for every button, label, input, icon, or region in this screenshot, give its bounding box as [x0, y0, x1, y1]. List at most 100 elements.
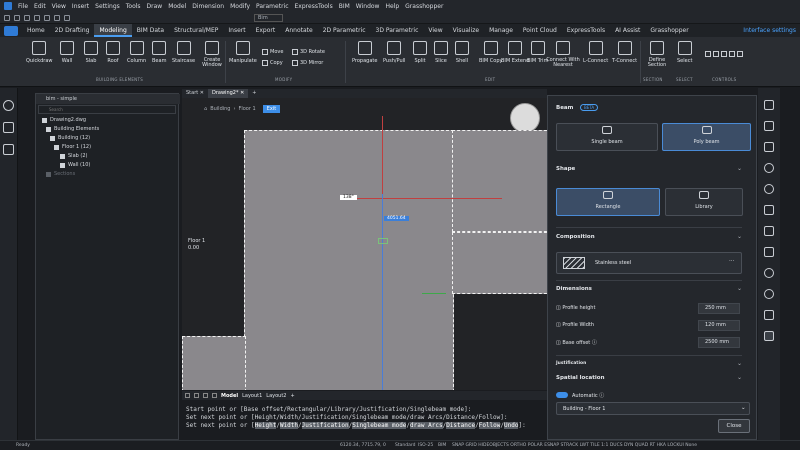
copy-button[interactable]: Copy: [262, 60, 283, 66]
command-prompt[interactable]: Set next point or [Height/Width/Justific…: [186, 422, 543, 430]
layer-icon[interactable]: [64, 14, 70, 21]
prev-layout-icon[interactable]: [194, 393, 199, 398]
star-icon[interactable]: [764, 268, 774, 278]
l-connect-button[interactable]: L-Connect: [583, 41, 608, 64]
tab-model[interactable]: Model: [221, 393, 238, 399]
next-layout-icon[interactable]: [203, 393, 208, 398]
option-singlebeam[interactable]: Singlebeam mode: [352, 422, 407, 429]
lightbulb-icon[interactable]: [3, 100, 14, 111]
info-icon[interactable]: ⓘ: [590, 340, 597, 346]
tab-structural-mep[interactable]: Structural/MEP: [169, 24, 223, 37]
tab-expresstools[interactable]: ExpressTools: [562, 24, 610, 37]
breadcrumb-floor[interactable]: Floor 1: [238, 106, 255, 112]
profile-width-input[interactable]: 120 mm: [698, 320, 740, 331]
target-icon[interactable]: [764, 184, 774, 194]
menu-window[interactable]: Window: [356, 3, 380, 10]
tab-3d-parametric[interactable]: 3D Parametric: [371, 24, 424, 37]
option-height[interactable]: Height: [254, 422, 277, 429]
define-section-button[interactable]: Define Section: [645, 41, 669, 68]
drawing-viewport[interactable]: ⌂ Building › Floor 1 Exit 138° 4051.64 F…: [182, 98, 547, 390]
menu-modify[interactable]: Modify: [230, 3, 250, 10]
shell-button[interactable]: Shell: [455, 41, 469, 64]
slab-top-right[interactable]: [452, 130, 547, 232]
tab-bim-data[interactable]: BIM Data: [132, 24, 169, 37]
menu-parametric[interactable]: Parametric: [256, 3, 289, 10]
push-pull-button[interactable]: Push/Pull: [383, 41, 405, 64]
slab-bottom-left[interactable]: [182, 336, 246, 390]
tree-search-input[interactable]: Search: [38, 105, 176, 114]
floor-select[interactable]: Building - Floor 1 ⌄: [556, 402, 750, 415]
tab-layout2[interactable]: Layout2: [266, 393, 286, 399]
mirror3d-button[interactable]: 3D Mirror: [292, 60, 323, 66]
first-layout-icon[interactable]: [185, 393, 190, 398]
select-button[interactable]: Select: [677, 41, 692, 64]
tab-annotate[interactable]: Annotate: [280, 24, 317, 37]
option-undo[interactable]: Undo: [504, 422, 519, 429]
bim-copy-button[interactable]: BIM Copy: [479, 41, 503, 64]
tree-row-drawing[interactable]: Drawing2.dwg: [42, 117, 86, 123]
add-layout-button[interactable]: +: [290, 393, 294, 399]
menu-grasshopper[interactable]: Grasshopper: [405, 3, 443, 10]
command-line[interactable]: Start point or [Base offset/Rectangular/…: [182, 400, 547, 440]
checkbox[interactable]: [46, 171, 51, 177]
checkbox[interactable]: [60, 162, 65, 168]
doc-tab-start[interactable]: Start ✕: [182, 89, 208, 98]
tab-export[interactable]: Export: [251, 24, 281, 37]
view-cube[interactable]: [510, 103, 540, 133]
roof-button[interactable]: Roof: [106, 41, 120, 64]
profile-height-input[interactable]: 250 mm: [698, 303, 740, 314]
checkbox[interactable]: [54, 144, 59, 150]
menu-bim[interactable]: BIM: [339, 3, 350, 10]
workspace-select[interactable]: Bim: [254, 13, 283, 22]
section-dimensions[interactable]: Dimensions: [556, 286, 592, 292]
option-width[interactable]: Width: [279, 422, 299, 429]
tab-insert[interactable]: Insert: [223, 24, 250, 37]
create-window-button[interactable]: Create Window: [200, 41, 224, 68]
grid-icon[interactable]: [764, 205, 774, 215]
beam-tool-icon[interactable]: [764, 331, 774, 341]
tab-layout1[interactable]: Layout1: [242, 393, 262, 399]
length-input[interactable]: 4051.64: [384, 216, 409, 221]
tab-ai-assist[interactable]: AI Assist: [610, 24, 645, 37]
bim-extend-button[interactable]: BIM Extend: [501, 41, 529, 64]
slab-main[interactable]: [244, 130, 454, 390]
move-button[interactable]: Move: [262, 49, 283, 55]
open-icon[interactable]: [14, 14, 20, 21]
manipulate-button[interactable]: Manipulate: [229, 41, 257, 64]
tree-row-wall[interactable]: Wall (10): [60, 162, 90, 168]
chevron-down-icon[interactable]: ⌄: [737, 165, 742, 172]
status-style[interactable]: Standard: [395, 441, 415, 450]
breadcrumb-building[interactable]: Building: [210, 106, 230, 112]
single-beam-button[interactable]: Single beam: [556, 123, 658, 151]
tab-view[interactable]: View: [423, 24, 447, 37]
section-composition[interactable]: Composition: [556, 234, 595, 240]
tab-2d-drafting[interactable]: 2D Drafting: [50, 24, 95, 37]
status-workspace[interactable]: BIM: [438, 441, 446, 450]
menu-settings[interactable]: Settings: [95, 3, 120, 10]
menu-expresstools[interactable]: ExpressTools: [295, 3, 333, 10]
stamp-icon[interactable]: [764, 226, 774, 236]
tab-visualize[interactable]: Visualize: [448, 24, 484, 37]
column-button[interactable]: Column: [127, 41, 146, 64]
tab-2d-parametric[interactable]: 2D Parametric: [318, 24, 371, 37]
chevron-down-icon[interactable]: ⌄: [737, 360, 742, 367]
status-toggles[interactable]: SNAP GRID HIDEOBJECTS ORTHO POLAR ESNAP …: [452, 441, 697, 450]
wall-button[interactable]: Wall: [60, 41, 74, 64]
option-justification[interactable]: Justification: [301, 422, 349, 429]
save-icon[interactable]: [24, 14, 30, 21]
checkbox[interactable]: [46, 126, 51, 132]
beam-button[interactable]: Beam: [152, 41, 166, 64]
tab-grasshopper[interactable]: Grasshopper: [645, 24, 693, 37]
status-dimstyle[interactable]: ISO-25: [418, 441, 433, 450]
option-arcs[interactable]: draw Arcs: [410, 422, 443, 429]
rotate3d-button[interactable]: 3D Rotate: [292, 49, 325, 55]
split-button[interactable]: Split: [413, 41, 427, 64]
app-menu-icon[interactable]: [4, 25, 18, 36]
quickdraw-button[interactable]: Quickdraw: [26, 41, 53, 64]
chevron-down-icon[interactable]: ⌄: [737, 285, 742, 292]
menu-dimension[interactable]: Dimension: [192, 3, 224, 10]
undo-icon[interactable]: [44, 14, 50, 21]
section-shape[interactable]: Shape: [556, 166, 575, 172]
tree-row-slab[interactable]: Slab (2): [60, 153, 87, 159]
menu-file[interactable]: File: [18, 3, 28, 10]
